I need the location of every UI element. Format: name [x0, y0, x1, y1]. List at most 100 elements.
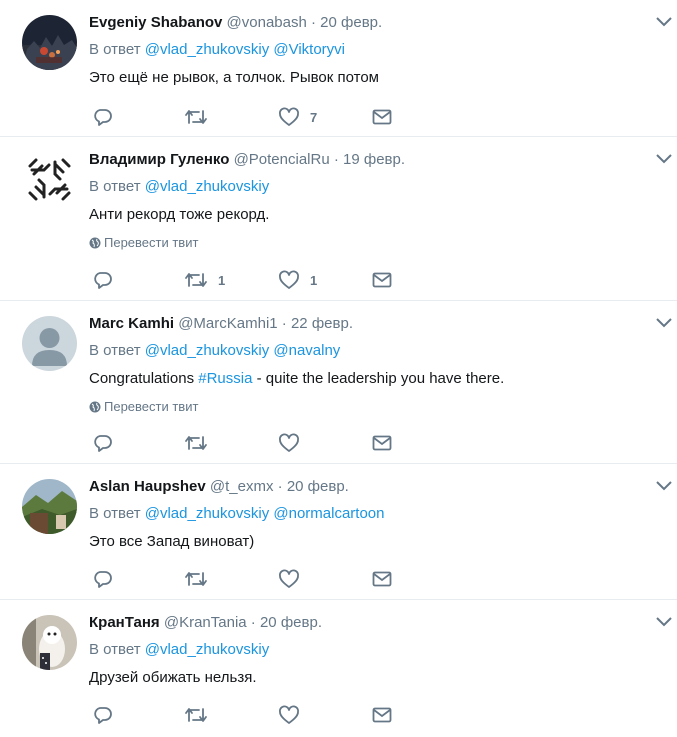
- chevron-down-icon[interactable]: [655, 317, 673, 329]
- chevron-down-icon[interactable]: [655, 616, 673, 628]
- mention-link[interactable]: @vlad_zhukovskiy: [145, 342, 269, 359]
- user-name[interactable]: Владимир Гуленко: [89, 151, 229, 168]
- reply-prefix: В ответ: [89, 178, 141, 195]
- tweet-text-part: - quite the leadership you have there.: [252, 370, 505, 387]
- tweet-text: Анти рекорд тоже рекорд.: [89, 206, 270, 223]
- avatar[interactable]: [22, 316, 77, 371]
- user-name[interactable]: Evgeniy Shabanov: [89, 14, 222, 31]
- direct-message-icon: [372, 707, 392, 723]
- user-handle[interactable]: @t_exmx: [210, 478, 274, 495]
- mention-link[interactable]: @vlad_zhukovskiy: [145, 178, 269, 195]
- retweet-count: 1: [218, 272, 226, 288]
- reply-prefix: В ответ: [89, 505, 141, 522]
- like-button[interactable]: [278, 704, 300, 726]
- retweet-button[interactable]: [184, 704, 208, 726]
- tweet-date[interactable]: 20 февр.: [287, 478, 349, 495]
- tweet-text-part: Congratulations: [89, 370, 199, 387]
- reply-button[interactable]: [93, 568, 113, 590]
- like-button[interactable]: 7: [278, 106, 317, 128]
- user-name[interactable]: Aslan Haupshev: [89, 478, 206, 495]
- like-icon: [279, 433, 299, 452]
- reply-context: В ответ @vlad_zhukovskiy: [89, 640, 269, 660]
- avatar[interactable]: [22, 152, 77, 207]
- like-icon: [279, 705, 299, 724]
- tweet[interactable]: КранТаня @KranTania · 20 февр. В ответ @…: [0, 600, 677, 737]
- reply-prefix: В ответ: [89, 342, 141, 359]
- hashtag-link[interactable]: #Russia: [198, 370, 252, 387]
- avatar[interactable]: [22, 15, 77, 70]
- like-button[interactable]: [278, 432, 300, 454]
- chevron-down-icon[interactable]: [655, 16, 673, 28]
- translate-tweet-link[interactable]: Перевести твит: [89, 399, 198, 415]
- direct-message-icon: [372, 571, 392, 587]
- tweet-actions: [89, 432, 392, 454]
- like-count: 7: [310, 109, 318, 125]
- retweet-button[interactable]: [184, 106, 208, 128]
- retweet-icon: [185, 436, 207, 450]
- reply-button[interactable]: [93, 106, 113, 128]
- direct-message-button[interactable]: [372, 269, 392, 291]
- reply-icon: [94, 109, 112, 126]
- tweet-text: Это ещё не рывок, а толчок. Рывок потом: [89, 69, 379, 86]
- reply-context: В ответ @vlad_zhukovskiy @Viktoryvi: [89, 40, 345, 60]
- tweet[interactable]: Marc Kamhi @MarcKamhi1 · 22 февр. В отве…: [0, 301, 677, 464]
- translate-tweet-link[interactable]: Перевести твит: [89, 235, 198, 251]
- globe-icon: [89, 237, 101, 249]
- mention-link[interactable]: @vlad_zhukovskiy: [145, 641, 269, 658]
- separator-dot: ·: [311, 14, 316, 31]
- retweet-button[interactable]: 1: [184, 269, 225, 291]
- reply-context: В ответ @vlad_zhukovskiy: [89, 177, 269, 197]
- avatar[interactable]: [22, 615, 77, 670]
- direct-message-icon: [372, 272, 392, 288]
- user-name[interactable]: КранТаня: [89, 614, 160, 631]
- mention-link[interactable]: @Viktoryvi: [273, 41, 345, 58]
- tweet-date[interactable]: 20 февр.: [320, 14, 382, 31]
- reply-context: В ответ @vlad_zhukovskiy @normalcartoon: [89, 504, 384, 524]
- direct-message-button[interactable]: [372, 568, 392, 590]
- user-handle[interactable]: @KranTania: [164, 614, 247, 631]
- tweet-actions: 1 1: [89, 269, 392, 291]
- tweet-date[interactable]: 19 февр.: [343, 151, 405, 168]
- like-icon: [279, 107, 299, 126]
- reply-button[interactable]: [93, 704, 113, 726]
- retweet-icon: [185, 572, 207, 586]
- direct-message-button[interactable]: [372, 106, 392, 128]
- retweet-icon: [185, 273, 207, 287]
- globe-icon: [89, 401, 101, 413]
- like-button[interactable]: [278, 568, 300, 590]
- tweet-date[interactable]: 22 февр.: [291, 315, 353, 332]
- chevron-down-icon[interactable]: [655, 153, 673, 165]
- user-handle[interactable]: @PotencialRu: [234, 151, 330, 168]
- tweet-text: Это все Запад виноват): [89, 533, 255, 550]
- mention-link[interactable]: @vlad_zhukovskiy: [145, 41, 269, 58]
- tweet-actions: [89, 568, 392, 590]
- retweet-icon: [185, 708, 207, 722]
- retweet-button[interactable]: [184, 432, 208, 454]
- mention-link[interactable]: @vlad_zhukovskiy: [145, 505, 269, 522]
- tweet-actions: 7: [89, 106, 392, 128]
- user-name[interactable]: Marc Kamhi: [89, 315, 174, 332]
- tweet[interactable]: Evgeniy Shabanov @vonabash · 20 февр. В …: [0, 0, 677, 137]
- separator-dot: ·: [277, 478, 283, 495]
- translate-label: Перевести твит: [104, 399, 199, 414]
- like-button[interactable]: 1: [278, 269, 317, 291]
- tweet-date[interactable]: 20 февр.: [260, 614, 322, 631]
- reply-context: В ответ @vlad_zhukovskiy @navalny: [89, 341, 340, 361]
- tweet-text: Друзей обижать нельзя.: [89, 669, 257, 686]
- user-handle[interactable]: @MarcKamhi1: [178, 315, 277, 332]
- direct-message-button[interactable]: [372, 432, 392, 454]
- mention-link[interactable]: @navalny: [273, 342, 340, 359]
- tweet[interactable]: Владимир Гуленко @PotencialRu · 19 февр.…: [0, 137, 677, 301]
- reply-button[interactable]: [93, 269, 113, 291]
- chevron-down-icon[interactable]: [655, 480, 673, 492]
- tweet[interactable]: Aslan Haupshev @t_exmx · 20 февр. В отве…: [0, 464, 677, 600]
- retweet-button[interactable]: [184, 568, 208, 590]
- translate-label: Перевести твит: [104, 235, 199, 250]
- user-handle[interactable]: @vonabash: [227, 14, 307, 31]
- direct-message-button[interactable]: [372, 704, 392, 726]
- reply-icon: [94, 571, 112, 588]
- avatar[interactable]: [22, 479, 77, 534]
- reply-button[interactable]: [93, 432, 113, 454]
- separator-dot: ·: [250, 614, 256, 631]
- mention-link[interactable]: @normalcartoon: [273, 505, 384, 522]
